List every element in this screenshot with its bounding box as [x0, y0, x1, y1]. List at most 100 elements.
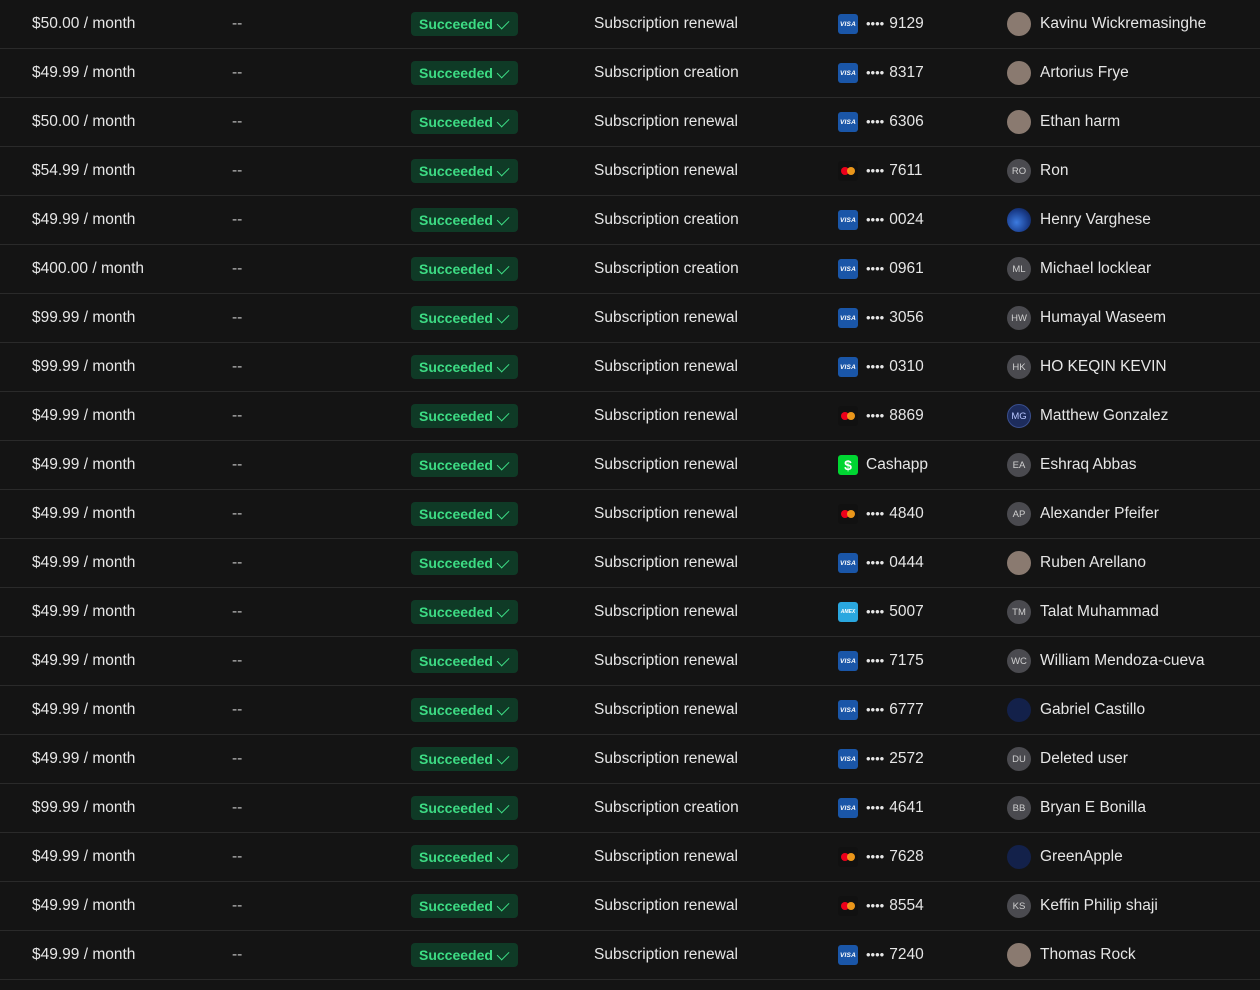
customer-cell[interactable]: Ruben Arellano: [1007, 539, 1146, 587]
table-row[interactable]: $49.99 / month -- Succeeded Subscription re…: [0, 686, 1260, 735]
payment-method-cell: VISA •••• 6306: [838, 98, 924, 146]
amex-icon: AMEX: [838, 602, 858, 622]
customer-name[interactable]: Thomas Rock: [1040, 946, 1136, 964]
customer-name[interactable]: Ron: [1040, 162, 1068, 180]
customer-name[interactable]: Gabriel Castillo: [1040, 701, 1145, 719]
card-last4: 8869: [889, 407, 924, 424]
table-row[interactable]: $50.00 / month -- Succeeded Subscription re…: [0, 98, 1260, 147]
check-icon: [496, 163, 510, 176]
customer-cell[interactable]: GreenApple: [1007, 833, 1123, 881]
cashapp-icon: $: [838, 455, 858, 475]
customer-name[interactable]: Keffin Philip shaji: [1040, 897, 1158, 915]
description-cell: Subscription renewal: [594, 407, 738, 424]
customer-name[interactable]: Humayal Waseem: [1040, 309, 1166, 327]
customer-cell[interactable]: EA Eshraq Abbas: [1007, 441, 1137, 489]
customer-name[interactable]: Ruben Arellano: [1040, 554, 1146, 572]
card-last4: 7175: [889, 652, 924, 669]
customer-name[interactable]: Ethan harm: [1040, 113, 1120, 131]
visa-icon: VISA: [838, 553, 858, 573]
check-icon: [496, 898, 510, 911]
status-cell: Succeeded: [411, 931, 518, 979]
customer-name[interactable]: Matthew Gonzalez: [1040, 407, 1168, 425]
table-row[interactable]: $49.99 / month -- Succeeded Subscription re…: [0, 882, 1260, 931]
empty-cell: --: [232, 456, 243, 473]
table-row[interactable]: $49.99 / month -- Succeeded Subscription re…: [0, 392, 1260, 441]
amount-cell: $49.99 / month: [32, 750, 136, 767]
customer-cell[interactable]: HK HO KEQIN KEVIN: [1007, 343, 1167, 391]
customer-name[interactable]: Michael locklear: [1040, 260, 1151, 278]
table-row[interactable]: $49.99 / month -- Succeeded Subscription cr…: [0, 196, 1260, 245]
card-last4: 4840: [889, 505, 924, 522]
table-row[interactable]: $400.00 / month -- Succeeded Subscription c…: [0, 245, 1260, 294]
table-row[interactable]: $99.99 / month -- Succeeded Subscription re…: [0, 343, 1260, 392]
table-row[interactable]: $49.99 / month -- Succeeded Subscription re…: [0, 833, 1260, 882]
table-row[interactable]: $49.99 / month -- Succeeded Subscription re…: [0, 735, 1260, 784]
customer-cell[interactable]: KS Keffin Philip shaji: [1007, 882, 1158, 930]
table-row[interactable]: $99.99 / month -- Succeeded Subscription re…: [0, 294, 1260, 343]
masked-digits: ••••: [866, 309, 885, 325]
description-cell: Subscription renewal: [594, 897, 738, 914]
customer-name[interactable]: HO KEQIN KEVIN: [1040, 358, 1167, 376]
card-last4: 6777: [889, 701, 924, 718]
customer-name[interactable]: GreenApple: [1040, 848, 1123, 866]
description-cell: Subscription renewal: [594, 554, 738, 571]
customer-cell[interactable]: Henry Varghese: [1007, 196, 1151, 244]
customer-name[interactable]: Bryan E Bonilla: [1040, 799, 1146, 817]
empty-cell: --: [232, 554, 243, 571]
amount-cell: $54.99 / month: [32, 162, 136, 179]
customer-name[interactable]: Eshraq Abbas: [1040, 456, 1137, 474]
avatar: BB: [1007, 796, 1031, 820]
customer-cell[interactable]: Thomas Rock: [1007, 931, 1136, 979]
description-cell: Subscription renewal: [594, 505, 738, 522]
customer-cell[interactable]: AP Alexander Pfeifer: [1007, 490, 1159, 538]
empty-cell: --: [232, 701, 243, 718]
customer-name[interactable]: Artorius Frye: [1040, 64, 1129, 82]
avatar: AP: [1007, 502, 1031, 526]
status-cell: Succeeded: [411, 392, 518, 440]
check-icon: [496, 604, 510, 617]
visa-icon: VISA: [838, 210, 858, 230]
customer-cell[interactable]: BB Bryan E Bonilla: [1007, 784, 1146, 832]
customer-cell[interactable]: TM Talat Muhammad: [1007, 588, 1159, 636]
customer-name[interactable]: Alexander Pfeifer: [1040, 505, 1159, 523]
customer-cell[interactable]: DU Deleted user: [1007, 735, 1128, 783]
status-badge: Succeeded: [411, 698, 518, 722]
customer-cell[interactable]: Artorius Frye: [1007, 49, 1129, 97]
table-row[interactable]: $54.99 / month -- Succeeded Subscription re…: [0, 147, 1260, 196]
table-row[interactable]: $49.99 / month -- Succeeded Subscription cr…: [0, 49, 1260, 98]
customer-cell[interactable]: Gabriel Castillo: [1007, 686, 1145, 734]
amount-cell: $49.99 / month: [32, 505, 136, 522]
table-row[interactable]: $49.99 / month -- Succeeded Subscription re…: [0, 539, 1260, 588]
amount-cell: $99.99 / month: [32, 309, 136, 326]
customer-cell[interactable]: ML Michael locklear: [1007, 245, 1151, 293]
table-row[interactable]: $50.00 / month -- Succeeded Subscription re…: [0, 0, 1260, 49]
empty-cell: --: [232, 358, 243, 375]
table-row[interactable]: $99.99 / month -- Succeeded Subscription cr…: [0, 784, 1260, 833]
status-label: Succeeded: [419, 751, 493, 767]
customer-cell[interactable]: Kavinu Wickremasinghe: [1007, 0, 1206, 48]
customer-name[interactable]: Deleted user: [1040, 750, 1128, 768]
visa-icon: VISA: [838, 798, 858, 818]
customer-name[interactable]: William Mendoza-cueva: [1040, 652, 1205, 670]
empty-cell: --: [232, 652, 243, 669]
visa-icon: VISA: [838, 357, 858, 377]
table-row[interactable]: $49.99 / month -- Succeeded Subscription re…: [0, 588, 1260, 637]
customer-cell[interactable]: Ethan harm: [1007, 98, 1120, 146]
customer-name[interactable]: Kavinu Wickremasinghe: [1040, 15, 1206, 33]
customer-cell[interactable]: MG Matthew Gonzalez: [1007, 392, 1168, 440]
check-icon: [496, 702, 510, 715]
table-row[interactable]: $49.99 / month -- Succeeded Subscription re…: [0, 441, 1260, 490]
customer-cell[interactable]: WC William Mendoza-cueva: [1007, 637, 1205, 685]
card-last4: 8317: [889, 64, 924, 81]
table-row[interactable]: $49.99 / month -- Succeeded Subscription re…: [0, 490, 1260, 539]
customer-name[interactable]: Henry Varghese: [1040, 211, 1151, 229]
description-cell: Subscription renewal: [594, 358, 738, 375]
customer-name[interactable]: Talat Muhammad: [1040, 603, 1159, 621]
status-label: Succeeded: [419, 114, 493, 130]
table-row[interactable]: $49.99 / month -- Succeeded Subscription re…: [0, 637, 1260, 686]
status-cell: Succeeded: [411, 539, 518, 587]
customer-cell[interactable]: HW Humayal Waseem: [1007, 294, 1166, 342]
table-row[interactable]: $49.99 / month -- Succeeded Subscription re…: [0, 931, 1260, 980]
status-label: Succeeded: [419, 310, 493, 326]
customer-cell[interactable]: RO Ron: [1007, 147, 1068, 195]
